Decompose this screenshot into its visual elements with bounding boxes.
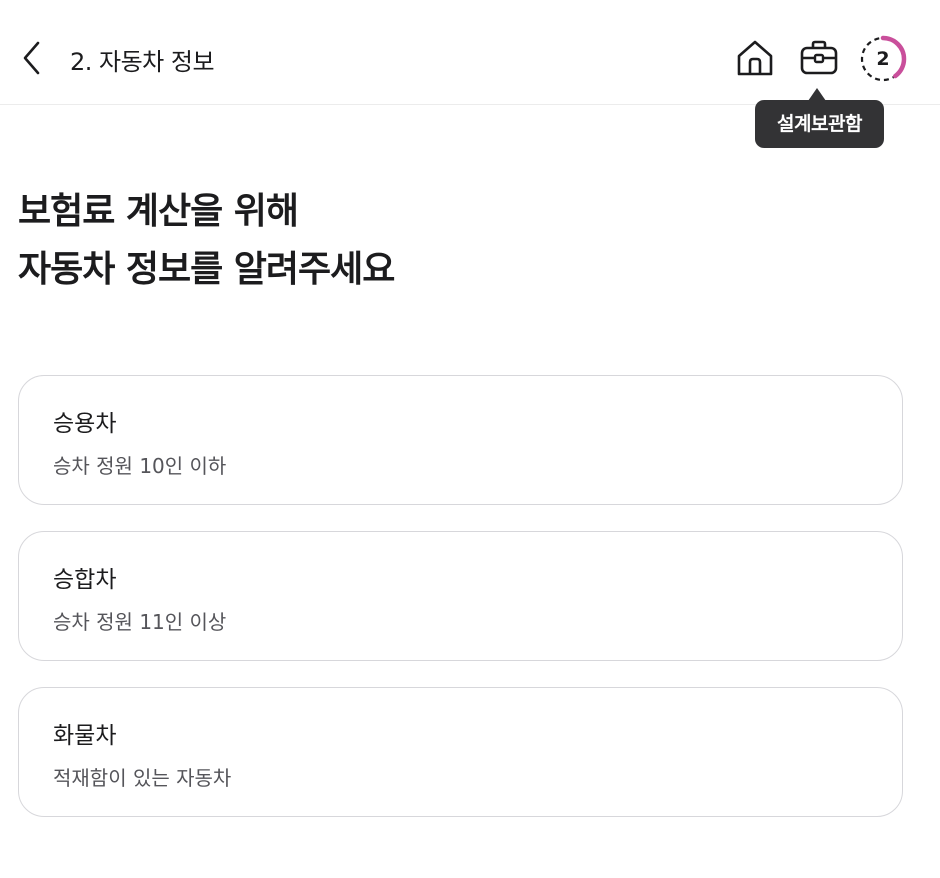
option-description: 승차 정원 11인 이상 [53,610,227,634]
option-card-van[interactable]: 승합차 승차 정원 11인 이상 [18,531,903,661]
option-card-truck[interactable]: 화물차 적재함이 있는 자동차 [18,687,903,817]
option-card-passenger[interactable]: 승용차 승차 정원 10인 이하 [18,375,903,505]
page-title: 2. 자동차 정보 [70,48,215,76]
option-title: 승합차 [53,567,117,593]
option-description: 적재함이 있는 자동차 [53,766,232,790]
headline: 보험료 계산을 위해 자동차 정보를 알려주세요 [18,183,395,299]
chevron-left-icon [23,41,40,75]
top-cropped-text [0,0,940,8]
home-icon [737,40,773,76]
option-description: 승차 정원 10인 이하 [53,454,227,478]
progress-step-number: 2 [876,48,890,70]
headline-line-1: 보험료 계산을 위해 [18,191,299,232]
progress-indicator: 2 [859,35,907,83]
saved-designs-button[interactable] [798,37,840,79]
briefcase-icon [800,40,838,75]
saved-designs-tooltip: 설계보관함 [755,100,884,148]
app-header: 2. 자동차 정보 2 [0,10,940,105]
headline-line-2: 자동차 정보를 알려주세요 [18,249,395,290]
option-title: 화물차 [53,723,117,749]
home-button[interactable] [734,37,776,79]
option-title: 승용차 [53,411,117,437]
back-button[interactable] [16,40,50,76]
